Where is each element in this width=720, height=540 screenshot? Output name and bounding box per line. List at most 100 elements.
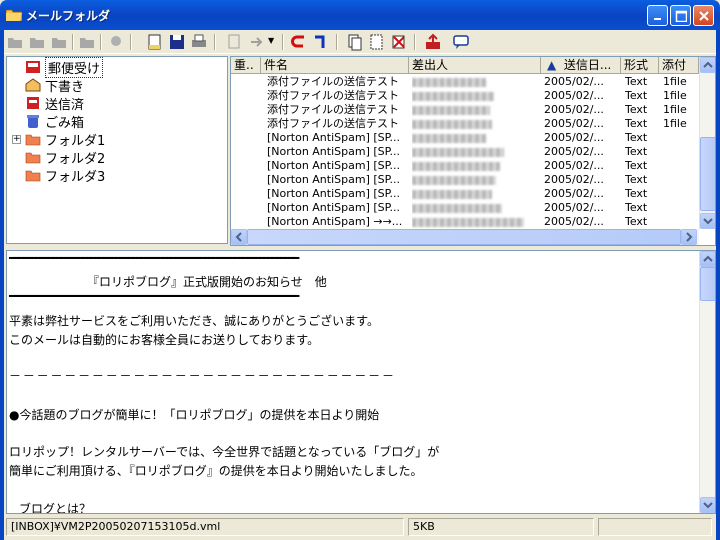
message-subject: 添付ファイルの送信テスト [267,89,399,102]
divider-rule: ━━━━━━━━━━━━━━━━━━━━━━━━━━━━━━━━━━━━━━━━… [9,251,299,265]
folder-item-folder2[interactable]: フォルダ2 [25,148,106,167]
list-vertical-scrollbar[interactable] [699,57,715,229]
message-date: 2005/02/... [544,103,604,116]
folder-item-folder3[interactable]: フォルダ3 [25,166,105,185]
message-subject: [Norton AntiSpam] [SP... [267,159,401,172]
folder-label: フォルダ1 [45,133,106,149]
message-attachment [663,131,699,145]
preview-heading: 『ロリポブログ』正式版開始のお知らせ 他 [87,275,327,289]
send-receive-icon[interactable] [424,33,442,51]
message-row[interactable]: [Norton AntiSpam] [SP... 2005/02/... Text [231,187,699,201]
column-label: 添付 [662,58,687,72]
delete-icon[interactable] [390,33,408,51]
search-icon[interactable] [108,33,126,51]
message-format: Text [625,131,648,144]
message-row[interactable]: 添付ファイルの送信テスト 2005/02/... Text 1file [231,89,699,103]
message-sender-redacted [412,89,540,103]
minimize-button[interactable] [647,5,668,26]
chevron-up-icon [703,255,713,262]
redacted-text [412,147,504,157]
new-folder-icon[interactable] [6,33,24,51]
scroll-down-button[interactable] [700,213,715,229]
column-header-attach[interactable]: 添付 [659,57,699,74]
scroll-thumb[interactable] [700,267,715,301]
draft-icon [25,78,41,92]
message-row[interactable]: [Norton AntiSpam] [SP... 2005/02/... Text [231,131,699,145]
redacted-text [412,175,496,185]
scroll-down-button[interactable] [700,497,715,513]
scroll-up-button[interactable] [700,57,715,73]
preview-text: 平素は弊社サービスをご利用いただき、誠にありがとうございます。 [9,314,379,328]
select-icon[interactable] [368,33,386,51]
folder-item-trash[interactable]: ごみ箱 [25,112,85,131]
redacted-text [412,119,492,129]
message-list: 重.. 件名 差出人 ▲ 送信日... 形式 添付 添付ファイルの送信テスト 20… [230,56,716,246]
column-header-priority[interactable]: 重.. [231,57,261,74]
message-format: Text [625,173,648,186]
column-header-subject[interactable]: 件名 [261,57,409,74]
preview-vertical-scrollbar[interactable] [699,251,715,513]
folder-item-inbox[interactable]: 郵便受け [25,56,104,78]
message-attachment [663,173,699,187]
column-header-date[interactable]: ▲ 送信日... [541,57,621,74]
message-sender-redacted [412,145,540,159]
save-icon[interactable] [168,33,186,51]
status-bar: [INBOX]¥VM2P20050207153105d.vml 5KB [4,516,716,540]
message-row[interactable]: [Norton AntiSpam] [SP... 2005/02/... Text [231,201,699,215]
move-folder-icon[interactable] [78,33,96,51]
folder-item-drafts[interactable]: 下書き [25,76,84,95]
message-row[interactable]: [Norton AntiSpam] [SP... 2005/02/... Text [231,173,699,187]
message-row[interactable]: [Norton AntiSpam] [SP... 2005/02/... Text [231,145,699,159]
message-date: 2005/02/... [544,117,604,130]
compose-icon[interactable] [146,33,164,51]
message-row[interactable]: 添付ファイルの送信テスト 2005/02/... Text 1file [231,75,699,89]
column-header-format[interactable]: 形式 [621,57,659,74]
folder-item-folder1[interactable]: フォルダ1 [25,130,106,149]
column-label: 形式 [624,58,649,72]
column-header-sender[interactable]: 差出人 [409,57,541,74]
open-folder-icon[interactable] [28,33,46,51]
scroll-left-button[interactable] [231,229,247,245]
dropdown-arrow-icon[interactable]: ▼ [268,36,274,45]
expand-folder1-toggle[interactable]: + [12,135,21,144]
folder-label: ごみ箱 [45,115,85,131]
message-row[interactable]: [Norton AntiSpam] →→... 2005/02/... Text [231,215,699,229]
message-row[interactable]: 添付ファイルの送信テスト 2005/02/... Text 1file [231,103,699,117]
message-attachment: 1file [663,89,687,102]
redacted-text [412,105,490,115]
chat-icon[interactable] [452,33,470,51]
redo-icon[interactable] [312,33,330,51]
chevron-right-icon [686,232,693,242]
message-date: 2005/02/... [544,75,604,88]
message-subject: 添付ファイルの送信テスト [267,103,399,116]
undo-icon[interactable] [290,33,308,51]
message-sender-redacted [412,75,540,89]
scroll-up-button[interactable] [700,251,715,267]
forward-icon[interactable] [248,33,266,51]
scroll-right-button[interactable] [681,229,697,245]
message-row[interactable]: [Norton AntiSpam] [SP... 2005/02/... Text [231,159,699,173]
folder-tree: 郵便受け 下書き 送信済 ごみ箱 + フォルダ1 フォルダ2 フォルダ3 [6,56,228,244]
copy-icon[interactable] [346,33,364,51]
folder-icon [25,152,41,164]
folder-properties-icon[interactable] [50,33,68,51]
message-sender-redacted [412,187,540,201]
message-sender-redacted [412,103,540,117]
print-icon[interactable] [190,33,208,51]
close-button[interactable] [693,5,714,26]
maximize-button[interactable] [670,5,691,26]
folder-icon [25,134,41,146]
reply-disabled-icon[interactable] [226,33,244,51]
folder-label: フォルダ2 [45,151,106,167]
message-sender-redacted [412,131,540,145]
list-horizontal-scrollbar[interactable] [231,229,699,245]
scroll-thumb[interactable] [247,229,681,245]
message-row[interactable]: 添付ファイルの送信テスト 2005/02/... Text 1file [231,117,699,131]
inbox-icon [26,61,40,73]
scroll-thumb[interactable] [700,137,715,211]
divider-rule: ━━━━━━━━━━━━━━━━━━━━━━━━━━━━━━━━━━━━━━━━… [9,289,299,303]
message-sender-redacted [412,173,540,187]
redacted-text [412,133,486,143]
folder-item-sent[interactable]: 送信済 [25,94,84,113]
trash-icon [27,115,39,128]
